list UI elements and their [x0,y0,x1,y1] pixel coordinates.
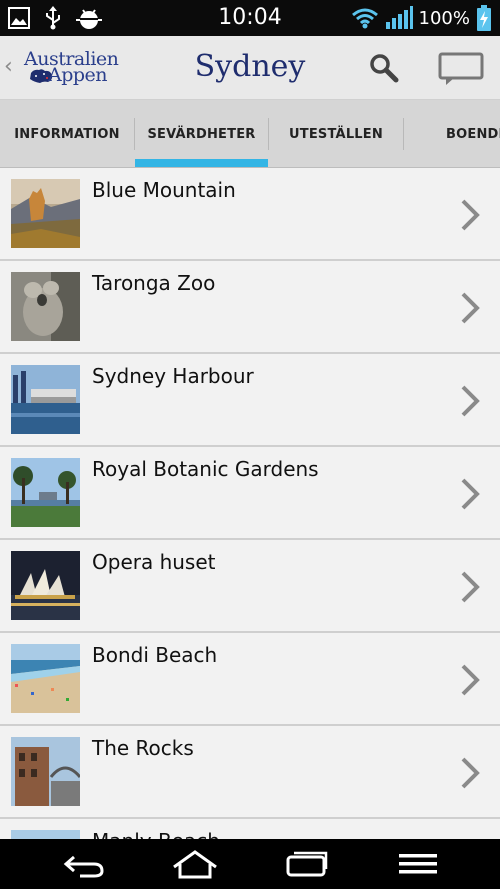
chevron-right-icon [461,292,480,324]
status-bar: 10:04 100% [0,0,500,36]
list-item[interactable]: The Rocks [0,726,500,819]
list-item-label: Blue Mountain [92,178,236,202]
system-nav-bar [0,839,500,889]
signal-icon [385,6,413,29]
chevron-right-icon [461,757,480,789]
tab-utestallen[interactable]: UTESTÄLLEN [269,100,403,168]
royal-botanic-gardens-thumbnail [11,458,80,527]
list-item-label: Manly Beach [92,829,220,839]
list-item-label: Bondi Beach [92,643,218,667]
attractions-list: Blue Mountain Taronga Zoo Sydney Harbour… [0,168,500,839]
sydney-harbour-thumbnail [11,365,80,434]
list-item[interactable]: Opera huset [0,540,500,633]
wifi-icon [351,8,378,29]
list-item[interactable]: Taronga Zoo [0,261,500,354]
battery-level: 100% [418,7,470,29]
blue-mountain-thumbnail [11,179,80,248]
tab-information[interactable]: INFORMATION [0,100,134,168]
tab-label: INFORMATION [14,126,120,142]
list-item-label: The Rocks [92,736,194,760]
list-item-label: Opera huset [92,550,216,574]
list-item-label: Royal Botanic Gardens [92,457,319,481]
the-rocks-thumbnail [11,737,80,806]
list-item[interactable]: Blue Mountain [0,168,500,261]
tab-boende[interactable]: BOENDE [404,100,500,168]
action-bar: ‹ Australien Appen Sydney [0,36,500,100]
list-item-label: Taronga Zoo [92,271,216,295]
back-icon[interactable] [58,849,108,879]
tab-sevardheter[interactable]: SEVÄRDHETER [135,100,268,168]
list-item-label: Sydney Harbour [92,364,254,388]
tab-label: UTESTÄLLEN [289,126,383,142]
home-icon[interactable] [170,849,220,879]
tab-label: BOENDE [446,126,500,142]
chevron-right-icon [461,571,480,603]
list-item[interactable]: Bondi Beach [0,633,500,726]
list-item[interactable]: Royal Botanic Gardens [0,447,500,540]
manly-beach-thumbnail [11,830,80,839]
opera-house-thumbnail [11,551,80,620]
menu-icon[interactable] [393,849,443,879]
chevron-right-icon [461,199,480,231]
taronga-zoo-thumbnail [11,272,80,341]
list-item[interactable]: Manly Beach [0,819,500,839]
chat-icon[interactable] [438,52,484,86]
list-item[interactable]: Sydney Harbour [0,354,500,447]
page-title: Sydney [194,49,306,84]
selected-tab-indicator [135,159,268,167]
recent-apps-icon[interactable] [282,849,332,879]
battery-charging-icon [477,5,491,31]
bondi-beach-thumbnail [11,644,80,713]
chevron-right-icon [461,664,480,696]
tab-label: SEVÄRDHETER [147,126,256,142]
chevron-right-icon [461,478,480,510]
tab-bar: INFORMATION SEVÄRDHETER UTESTÄLLEN BOEND… [0,100,500,168]
chevron-right-icon [461,385,480,417]
search-icon[interactable] [368,52,400,84]
